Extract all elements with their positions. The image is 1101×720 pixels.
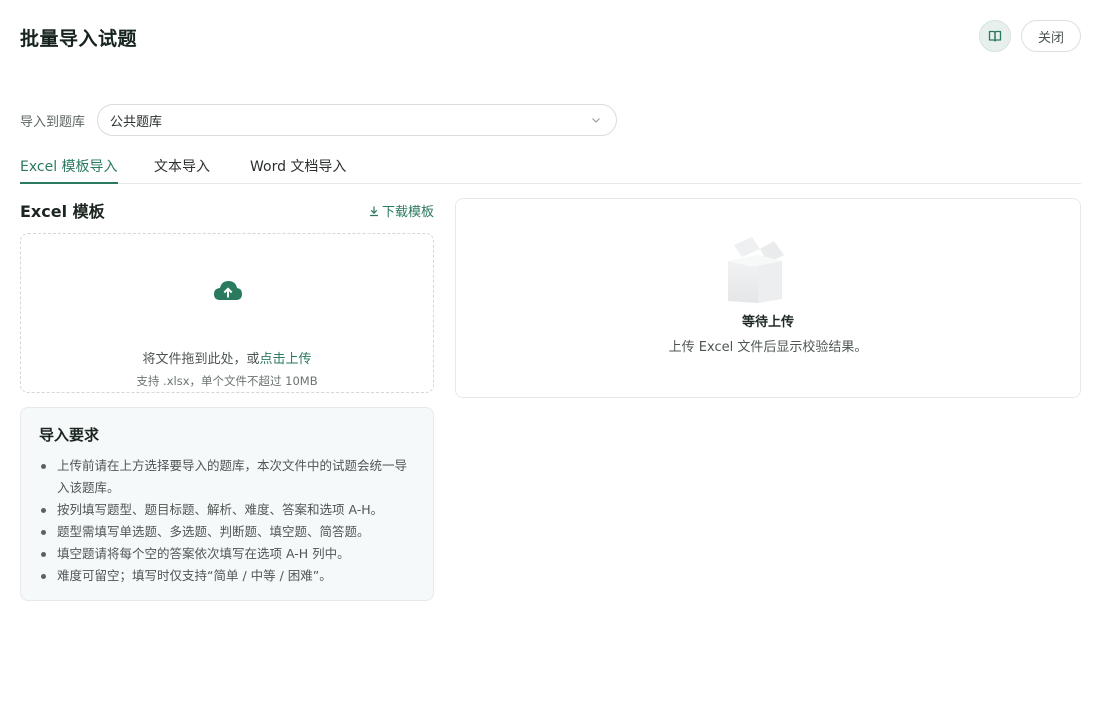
click-upload-link[interactable]: 点击上传: [260, 352, 312, 367]
chevron-down-icon: [592, 118, 600, 123]
requirement-item: 按列填写题型、题目标题、解析、难度、答案和选项 A-H。: [39, 499, 415, 521]
result-description: 上传 Excel 文件后显示校验结果。: [668, 340, 868, 355]
requirement-item: 上传前请在上方选择要导入的题库，本次文件中的试题会统一导入该题库。: [39, 455, 415, 499]
requirements-title: 导入要求: [39, 426, 100, 444]
bank-row: 导入到题库 公共题库: [20, 104, 618, 136]
book-button[interactable]: [979, 20, 1011, 52]
requirement-item: 填空题请将每个空的答案依次填写在选项 A-H 列中。: [39, 543, 415, 565]
page-header: 批量导入试题 关闭: [20, 20, 1081, 54]
book-open-icon: [988, 30, 1002, 42]
requirements-box: 导入要求 上传前请在上方选择要导入的题库，本次文件中的试题会统一导入该题库。 按…: [20, 407, 434, 601]
requirement-item: 题型需填写单选题、多选题、判断题、填空题、简答题。: [39, 521, 415, 543]
close-button[interactable]: 关闭: [1021, 20, 1081, 52]
download-template-link[interactable]: 下载模板: [368, 201, 434, 220]
download-template-label: 下载模板: [381, 205, 434, 220]
tab-text[interactable]: 文本导入: [154, 156, 210, 184]
requirement-item: 难度可留空；填写时仅支持“简单 / 中等 / 困难”。: [39, 565, 415, 587]
bank-select[interactable]: 公共题库: [97, 104, 618, 136]
empty-box-icon: [728, 237, 784, 303]
upload-instruction-text: 将文件拖到此处，或: [142, 352, 260, 367]
bank-label: 导入到题库: [20, 114, 86, 130]
tab-word[interactable]: Word 文档导入: [250, 156, 346, 184]
bank-select-value: 公共题库: [110, 114, 163, 130]
download-icon: [369, 206, 378, 216]
excel-section: Excel 模板 下载模板 将文件拖到此处，或点击上传 支持 .xlsx，单个文…: [20, 198, 434, 601]
upload-dropzone[interactable]: 将文件拖到此处，或点击上传 支持 .xlsx，单个文件不超过 10MB: [20, 233, 434, 393]
requirements-list: 上传前请在上方选择要导入的题库，本次文件中的试题会统一导入该题库。 按列填写题型…: [39, 455, 415, 587]
upload-hint: 支持 .xlsx，单个文件不超过 10MB: [136, 374, 318, 388]
cloud-upload-icon: [214, 281, 242, 300]
upload-instruction: 将文件拖到此处，或点击上传: [21, 348, 433, 367]
result-title: 等待上传: [741, 315, 794, 330]
page-title: 批量导入试题: [20, 28, 138, 50]
import-tabs: Excel 模板导入 文本导入 Word 文档导入: [20, 152, 1081, 184]
result-panel: 等待上传 上传 Excel 文件后显示校验结果。: [455, 198, 1081, 398]
tab-excel[interactable]: Excel 模板导入: [20, 156, 118, 184]
